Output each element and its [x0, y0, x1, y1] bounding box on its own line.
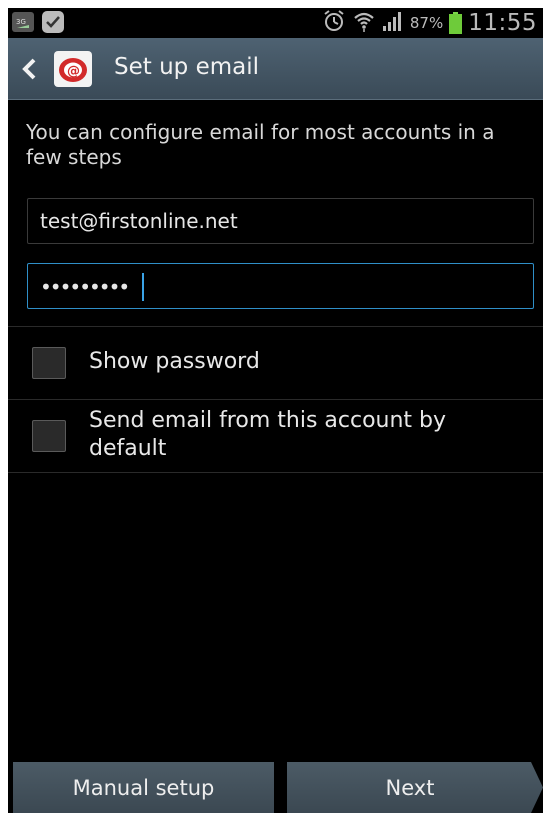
battery-percent: 87% [409, 14, 444, 32]
show-password-checkbox[interactable] [32, 347, 66, 379]
default-account-row[interactable]: Send email from this account by default [8, 400, 543, 472]
chevron-left-icon[interactable] [20, 56, 38, 82]
page-title: Set up email [114, 54, 259, 80]
svg-text:3G: 3G [16, 18, 26, 26]
device-frame: 3G 87% 11:55 @ Set up email You can conf… [0, 0, 549, 819]
status-bar: 3G 87% 11:55 [8, 8, 543, 38]
default-account-checkbox[interactable] [32, 420, 66, 452]
text-cursor [142, 273, 144, 301]
wifi-icon [352, 9, 376, 37]
email-input[interactable] [28, 199, 533, 243]
divider [8, 472, 543, 473]
status-left-icons: 3G [12, 11, 64, 33]
check-icon [42, 11, 64, 33]
manual-setup-button[interactable]: Manual setup [13, 762, 274, 813]
email-field[interactable] [27, 198, 534, 244]
next-button[interactable]: Next [287, 762, 543, 813]
default-account-label: Send email from this account by default [89, 408, 447, 461]
bottom-button-bar: Manual setup Next [8, 750, 543, 813]
action-bar: @ Set up email [8, 38, 543, 100]
signal-icon [382, 10, 404, 36]
show-password-row[interactable]: Show password [8, 327, 543, 399]
svg-text:@: @ [67, 64, 80, 79]
clock: 11:55 [468, 10, 537, 36]
password-field[interactable]: ••••••••• [27, 263, 534, 309]
3g-icon: 3G [12, 12, 34, 32]
password-dots[interactable]: ••••••••• [40, 275, 130, 299]
intro-text: You can configure email for most account… [26, 120, 495, 169]
alarm-icon [322, 9, 346, 37]
next-button-label: Next [385, 775, 435, 800]
show-password-label: Show password [89, 349, 260, 374]
screen: 3G 87% 11:55 @ Set up email You can conf… [8, 8, 543, 813]
status-right-icons: 87% 11:55 [322, 8, 537, 38]
battery-icon [449, 12, 463, 34]
email-app-icon[interactable]: @ [54, 51, 92, 87]
